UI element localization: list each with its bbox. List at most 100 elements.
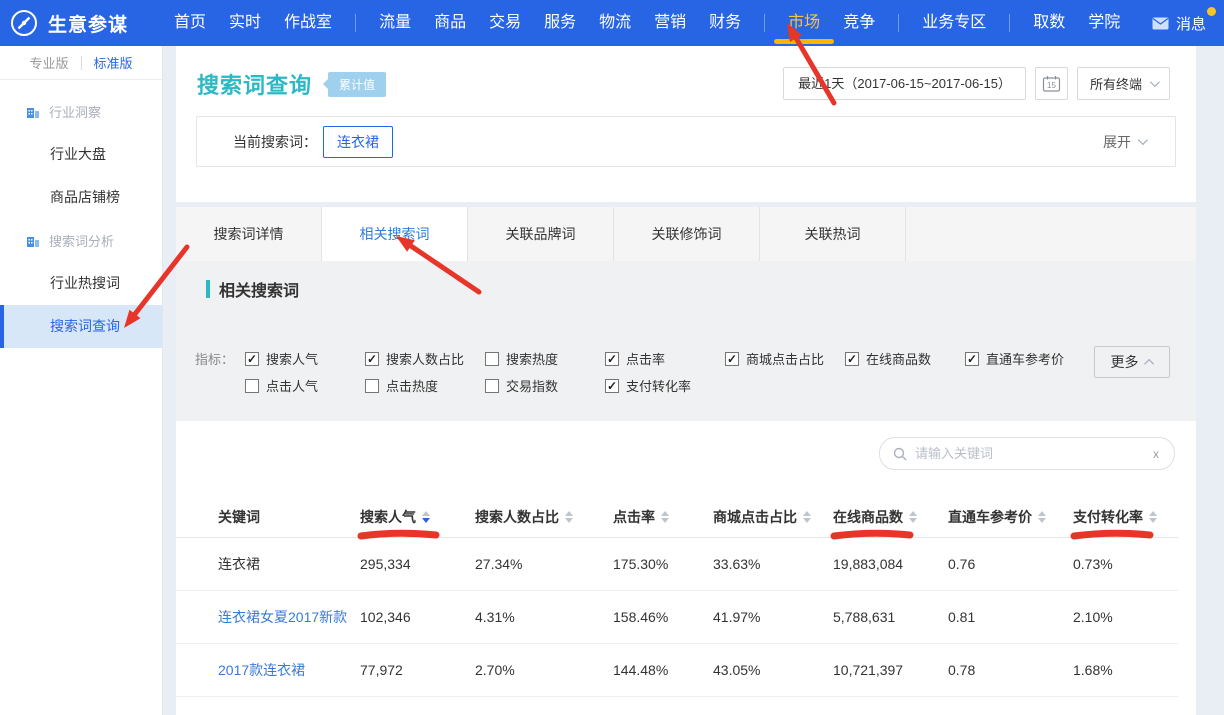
sort-icon[interactable] — [422, 511, 430, 523]
page-title: 搜索词查询 — [197, 68, 312, 100]
indicator-mall-click-ratio[interactable]: 商城点击占比 — [725, 349, 845, 368]
checkbox[interactable] — [725, 352, 739, 366]
column-header-search-popularity[interactable]: 搜索人气 — [360, 507, 475, 527]
checkbox[interactable] — [605, 379, 619, 393]
column-label: 搜索人数占比 — [475, 507, 559, 527]
sidebar-group-search-word-analysis[interactable]: 搜索词分析 — [0, 219, 162, 262]
column-header-ztc-reference-price[interactable]: 直通车参考价 — [948, 507, 1073, 527]
checkbox[interactable] — [965, 352, 979, 366]
nav-item-product[interactable]: 商品 — [434, 0, 466, 46]
indicator-row-2: 点击人气 点击热度 交易指数 支付转化率 — [195, 372, 1085, 399]
cell: 1.68% — [1073, 662, 1178, 678]
column-label: 在线商品数 — [833, 507, 903, 527]
nav-item-logistics[interactable]: 物流 — [599, 0, 631, 46]
keyword-search-input[interactable] — [915, 446, 1151, 461]
indicator-searcher-ratio[interactable]: 搜索人数占比 — [365, 349, 485, 368]
messages-label: 消息 — [1176, 13, 1206, 34]
nav-item-trade[interactable]: 交易 — [489, 0, 521, 46]
checkbox[interactable] — [245, 352, 259, 366]
table-body: 连衣裙 295,334 27.34% 175.30% 33.63% 19,883… — [176, 538, 1178, 697]
nav-item-competition[interactable]: 竞争 — [843, 0, 875, 46]
nav-divider — [355, 14, 356, 32]
indicator-search-heat[interactable]: 搜索热度 — [485, 349, 605, 368]
checkbox[interactable] — [605, 352, 619, 366]
more-button[interactable]: 更多 — [1094, 346, 1170, 378]
sidebar-item-industry-dashboard[interactable]: 行业大盘 — [0, 133, 162, 176]
terminal-filter-dropdown[interactable]: 所有终端 — [1077, 67, 1170, 100]
indicator-payment-conversion[interactable]: 支付转化率 — [605, 376, 725, 395]
cell: 144.48% — [613, 662, 713, 678]
column-header-searcher-ratio[interactable]: 搜索人数占比 — [475, 507, 613, 527]
chevron-down-icon — [1150, 77, 1160, 87]
checkbox[interactable] — [245, 379, 259, 393]
checkbox[interactable] — [485, 379, 499, 393]
column-header-payment-conversion[interactable]: 支付转化率 — [1073, 507, 1178, 527]
tab-related-modifier-words[interactable]: 关联修饰词 — [614, 207, 760, 261]
checkbox[interactable] — [365, 352, 379, 366]
column-header-online-products[interactable]: 在线商品数 — [833, 507, 948, 527]
sidebar-group-industry-insight[interactable]: 行业洞察 — [0, 90, 162, 133]
indicator-click-rate[interactable]: 点击率 — [605, 349, 725, 368]
clear-search-icon[interactable]: x — [1151, 447, 1161, 461]
keyword-cell[interactable]: 2017款连衣裙 — [218, 660, 360, 680]
indicator-search-popularity[interactable]: 搜索人气 — [245, 349, 365, 368]
sort-icon[interactable] — [803, 511, 811, 523]
nav-item-academy[interactable]: 学院 — [1088, 0, 1120, 46]
nav-item-finance[interactable]: 财务 — [709, 0, 741, 46]
sidebar-item-product-shop-rank[interactable]: 商品店铺榜 — [0, 176, 162, 219]
sort-icon[interactable] — [1038, 511, 1046, 523]
sort-icon[interactable] — [565, 511, 573, 523]
sidebar-item-search-word-query[interactable]: 搜索词查询 — [0, 305, 162, 348]
nav-menu: 首页 实时 作战室 流量 商品 交易 服务 物流 营销 财务 市场 竞争 业务专… — [174, 0, 1143, 46]
nav-item-service[interactable]: 服务 — [544, 0, 576, 46]
version-tab-standard[interactable]: 标准版 — [94, 53, 133, 72]
version-tab-pro[interactable]: 专业版 — [29, 53, 68, 72]
indicator-ztc-reference-price[interactable]: 直通车参考价 — [965, 349, 1085, 368]
indicator-online-products[interactable]: 在线商品数 — [845, 349, 965, 368]
column-header-mall-click-ratio[interactable]: 商城点击占比 — [713, 507, 833, 527]
messages-button[interactable]: 消息 — [1152, 13, 1206, 34]
sort-icon[interactable] — [1149, 511, 1157, 523]
sidebar-group-label: 行业洞察 — [49, 102, 101, 121]
checkbox[interactable] — [485, 352, 499, 366]
brand[interactable]: 生意参谋 — [10, 9, 128, 37]
nav-item-data-fetch[interactable]: 取数 — [1033, 0, 1065, 46]
tab-search-word-detail[interactable]: 搜索词详情 — [176, 207, 322, 261]
expand-toggle[interactable]: 展开 — [1103, 132, 1145, 152]
sort-icon[interactable] — [909, 511, 917, 523]
tab-related-hot-words[interactable]: 关联热词 — [760, 207, 906, 261]
tabs-filler — [906, 207, 1196, 261]
cell: 0.76 — [948, 556, 1073, 572]
nav-item-home[interactable]: 首页 — [174, 0, 206, 46]
date-range-selector[interactable]: 最近1天（2017-06-15~2017-06-15） — [783, 67, 1026, 100]
current-keyword-tag[interactable]: 连衣裙 — [323, 126, 393, 158]
column-header-click-rate[interactable]: 点击率 — [613, 507, 713, 527]
indicator-trade-index[interactable]: 交易指数 — [485, 376, 605, 395]
nav-item-realtime[interactable]: 实时 — [229, 0, 261, 46]
calendar-button[interactable]: 15 — [1035, 67, 1068, 100]
nav-item-traffic[interactable]: 流量 — [379, 0, 411, 46]
nav-item-marketing[interactable]: 营销 — [654, 0, 686, 46]
table-row: 连衣裙 295,334 27.34% 175.30% 33.63% 19,883… — [176, 538, 1178, 591]
indicator-label: 在线商品数 — [866, 349, 931, 368]
nav-item-business-zone[interactable]: 业务专区 — [922, 0, 986, 46]
unread-dot-badge — [1207, 7, 1216, 16]
tab-related-search-words[interactable]: 相关搜索词 — [322, 207, 468, 261]
sort-icon[interactable] — [661, 511, 669, 523]
checkbox[interactable] — [365, 379, 379, 393]
sidebar-group-label: 搜索词分析 — [49, 231, 114, 250]
table-row: 连衣裙女夏2017新款 102,346 4.31% 158.46% 41.97%… — [176, 591, 1178, 644]
indicator-click-popularity[interactable]: 点击人气 — [245, 376, 365, 395]
keyword-cell[interactable]: 连衣裙女夏2017新款 — [218, 607, 360, 627]
nav-item-market[interactable]: 市场 — [788, 0, 820, 46]
nav-divider — [1009, 14, 1010, 32]
content-tabs: 搜索词详情 相关搜索词 关联品牌词 关联修饰词 关联热词 — [176, 207, 1196, 261]
cell: 0.78 — [948, 662, 1073, 678]
sidebar-item-industry-hot-words[interactable]: 行业热搜词 — [0, 262, 162, 305]
indicator-label: 搜索人数占比 — [386, 349, 464, 368]
indicator-click-heat[interactable]: 点击热度 — [365, 376, 485, 395]
chevron-up-icon — [1144, 358, 1154, 368]
nav-item-warroom[interactable]: 作战室 — [284, 0, 332, 46]
checkbox[interactable] — [845, 352, 859, 366]
tab-related-brand-words[interactable]: 关联品牌词 — [468, 207, 614, 261]
